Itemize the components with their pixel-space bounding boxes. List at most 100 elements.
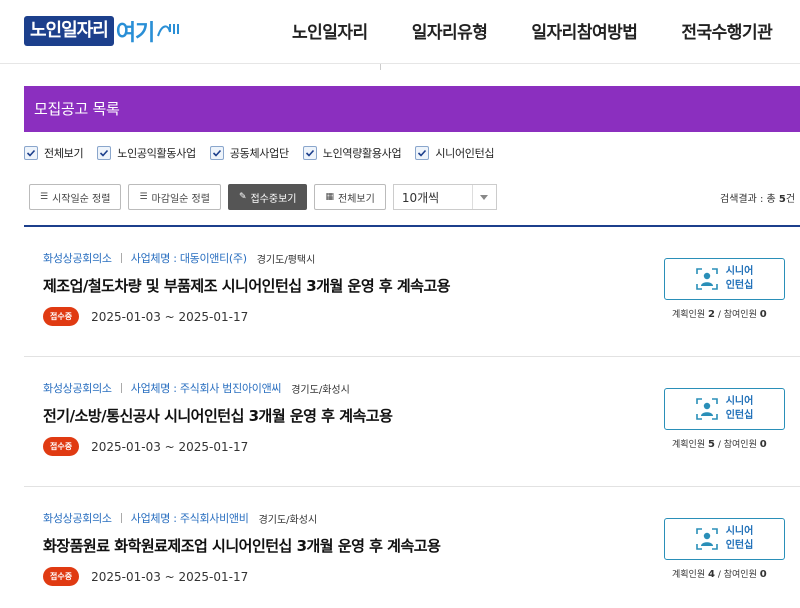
main-nav: 노인일자리 일자리유형 일자리참여방법 전국수행기관 <box>292 18 800 43</box>
meta-separator <box>120 383 122 393</box>
org-name: 화성상공회의소 <box>43 382 112 395</box>
list-icon: ☰ <box>139 192 148 202</box>
plan-label: 계획인원 <box>672 310 706 320</box>
job-type-line2: 인턴십 <box>725 540 754 551</box>
status-badge: 접수중 <box>43 307 80 326</box>
filter-capability[interactable]: 노인역량활용사업 <box>302 145 402 161</box>
job-type-button[interactable]: 시니어 인턴십 <box>664 388 785 430</box>
nav-item-job-types[interactable]: 일자리유형 <box>412 18 488 43</box>
chevron-down-icon <box>471 185 496 209</box>
plan-count: 4 <box>708 569 715 580</box>
nav-item-how-to-join[interactable]: 일자리참여방법 <box>531 18 637 43</box>
nav-divider <box>380 64 381 70</box>
filter-senior-intern[interactable]: 시니어인턴십 <box>415 145 495 161</box>
job-type-button[interactable]: 시니어 인턴십 <box>664 518 785 560</box>
meta-separator <box>120 253 122 263</box>
filter-label: 시니어인턴십 <box>435 147 495 160</box>
filter-community[interactable]: 공동체사업단 <box>209 145 289 161</box>
search-result-count: 검색결과 : 총 5건 <box>720 190 795 205</box>
list-icon: ☰ <box>40 192 49 202</box>
status-badge: 접수중 <box>43 437 80 456</box>
job-meta: 화성상공회의소 사업체명 : 주식회사 범진아이앤씨 경기도/화성시 <box>43 380 350 396</box>
checkbox-checked-icon[interactable] <box>209 146 224 160</box>
org-name: 화성상공회의소 <box>43 512 112 525</box>
nav-item-senior-jobs[interactable]: 노인일자리 <box>292 18 368 43</box>
recruit-period: 2025-01-03 ~ 2025-01-17 <box>91 309 249 324</box>
site-header: 노인일자리 여기 노인일자리 일자리유형 일자리참여방법 전국수행기관 <box>0 0 800 64</box>
plan-count: 2 <box>708 309 715 320</box>
list-controls: ☰ 시작일순 정렬 ☰ 마감일순 정렬 ✎ 접수중보기 ▦ 전체보기 10개씩 <box>29 184 497 210</box>
company-name: 사업체명 : 주식회사비앤비 <box>130 512 249 525</box>
meta-separator <box>120 513 122 523</box>
page-size-value: 10개씩 <box>401 190 440 205</box>
join-label: 참여인원 <box>723 310 757 320</box>
sort-start-button[interactable]: ☰ 시작일순 정렬 <box>29 184 122 210</box>
button-label: 접수중보기 <box>250 193 297 205</box>
filter-label: 노인공익활동사업 <box>117 147 196 160</box>
company-name: 사업체명 : 대동이앤티(주) <box>130 252 247 265</box>
job-status-row: 접수중 2025-01-03 ~ 2025-01-17 <box>43 307 248 326</box>
checkbox-checked-icon[interactable] <box>24 146 38 160</box>
job-meta: 화성상공회의소 사업체명 : 대동이앤티(주) 경기도/평택시 <box>43 250 315 266</box>
join-count: 0 <box>759 309 767 320</box>
region: 경기도/평택시 <box>256 254 316 266</box>
recruit-period: 2025-01-03 ~ 2025-01-17 <box>91 569 249 584</box>
logo-main-text: 노인일자리 <box>24 16 114 46</box>
job-type-label: 시니어 인턴십 <box>726 395 754 423</box>
filter-public-interest[interactable]: 노인공익활동사업 <box>97 145 196 161</box>
job-type-label: 시니어 인턴십 <box>726 525 754 553</box>
company-name: 사업체명 : 주식회사 범진아이앤씨 <box>130 382 282 395</box>
join-label: 참여인원 <box>723 440 757 450</box>
button-label: 시작일순 정렬 <box>52 193 111 205</box>
nav-item-agencies[interactable]: 전국수행기관 <box>681 18 772 43</box>
category-filters: 전체보기 노인공익활동사업 공동체사업단 노인역량활용사업 시니어인턴십 <box>24 145 508 161</box>
join-count: 0 <box>759 439 767 450</box>
plan-label: 계획인원 <box>672 440 706 450</box>
headcount-info: 계획인원 4 / 참여인원 0 <box>672 569 767 580</box>
job-status-row: 접수중 2025-01-03 ~ 2025-01-17 <box>43 437 248 456</box>
page-title-banner: 모집공고 목록 <box>24 86 800 132</box>
grid-icon: ▦ <box>325 192 334 202</box>
plan-label: 계획인원 <box>672 570 706 580</box>
headcount-info: 계획인원 2 / 참여인원 0 <box>672 309 767 320</box>
show-all-button[interactable]: ▦ 전체보기 <box>314 184 386 210</box>
sort-end-button[interactable]: ☰ 마감일순 정렬 <box>128 184 221 210</box>
site-logo[interactable]: 노인일자리 여기 <box>24 14 182 48</box>
person-badge-icon <box>695 398 718 420</box>
job-title-link[interactable]: 화장품원료 화학원료제조업 시니어인턴십 3개월 운영 후 계속고용 <box>43 535 441 556</box>
status-badge: 접수중 <box>43 567 80 586</box>
filter-label: 공동체사업단 <box>229 147 289 160</box>
person-badge-icon <box>695 528 718 550</box>
checkbox-checked-icon[interactable] <box>415 146 430 160</box>
filter-all[interactable]: 전체보기 <box>24 145 84 161</box>
button-label: 전체보기 <box>338 193 375 205</box>
job-list-item: 화성상공회의소 사업체명 : 대동이앤티(주) 경기도/평택시 제조업/철도차량… <box>24 227 800 357</box>
checkbox-checked-icon[interactable] <box>97 146 112 160</box>
region: 경기도/화성시 <box>291 384 350 396</box>
job-meta: 화성상공회의소 사업체명 : 주식회사비앤비 경기도/화성시 <box>43 510 317 526</box>
job-status-row: 접수중 2025-01-03 ~ 2025-01-17 <box>43 567 248 586</box>
logo-mark-icon <box>157 24 180 37</box>
job-title-link[interactable]: 전기/소방/통신공사 시니어인턴십 3개월 운영 후 계속고용 <box>43 405 393 426</box>
join-count: 0 <box>759 569 767 580</box>
job-title-link[interactable]: 제조업/철도차량 및 부품제조 시니어인턴십 3개월 운영 후 계속고용 <box>43 275 451 296</box>
logo-sub-text: 여기 <box>115 21 155 46</box>
person-badge-icon <box>695 268 718 290</box>
job-type-button[interactable]: 시니어 인턴십 <box>664 258 785 300</box>
job-type-line2: 인턴십 <box>725 410 754 421</box>
result-count: 5 <box>778 194 786 205</box>
receiving-filter-button[interactable]: ✎ 접수중보기 <box>227 184 308 210</box>
job-list-item: 화성상공회의소 사업체명 : 주식회사비앤비 경기도/화성시 화장품원료 화학원… <box>24 487 800 608</box>
join-label: 참여인원 <box>723 570 757 580</box>
result-prefix: 검색결과 : 총 <box>720 194 779 205</box>
job-list-item: 화성상공회의소 사업체명 : 주식회사 범진아이앤씨 경기도/화성시 전기/소방… <box>24 357 800 487</box>
button-label: 마감일순 정렬 <box>151 193 210 205</box>
region: 경기도/화성시 <box>258 514 318 526</box>
headcount-info: 계획인원 5 / 참여인원 0 <box>672 439 767 450</box>
job-type-line1: 시니어 <box>725 396 754 407</box>
checkbox-checked-icon[interactable] <box>302 146 317 160</box>
result-suffix: 건 <box>785 194 796 205</box>
pencil-icon: ✎ <box>238 192 247 202</box>
page-size-select[interactable]: 10개씩 <box>392 184 497 210</box>
job-type-line2: 인턴십 <box>725 280 754 291</box>
